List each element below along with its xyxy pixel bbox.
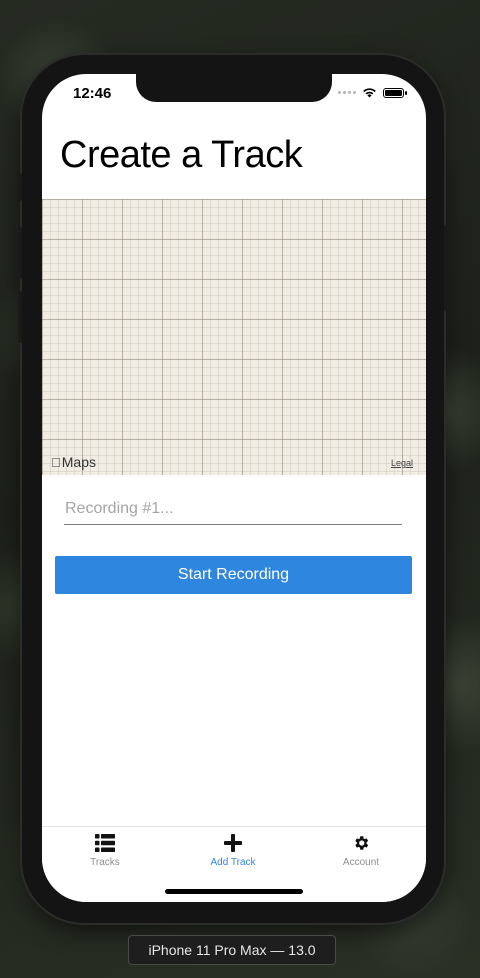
volume-up-button: [18, 227, 22, 279]
maps-logo:  Maps: [51, 454, 96, 470]
tab-account-label: Account: [342, 857, 380, 868]
tab-add-track[interactable]: Add Track: [183, 833, 283, 868]
map-legal-link[interactable]: Legal: [391, 458, 413, 468]
tab-tracks[interactable]: Tracks: [55, 833, 155, 868]
status-icons: [338, 87, 407, 98]
volume-down-button: [18, 291, 22, 343]
home-indicator[interactable]: [165, 889, 303, 894]
device-label: iPhone 11 Pro Max — 13.0: [128, 935, 336, 965]
silent-switch: [18, 173, 22, 201]
phone-frame: 12:46 Create a Track  Maps Legal Start …: [18, 55, 448, 923]
page-title: Create a Track: [60, 134, 303, 176]
start-recording-button[interactable]: Start Recording: [55, 556, 412, 594]
cellular-signal-icon: [338, 91, 356, 94]
tab-tracks-label: Tracks: [90, 857, 120, 868]
list-icon: [95, 834, 115, 852]
maps-logo-text: Maps: [52, 454, 96, 470]
tab-account[interactable]: Account: [311, 833, 411, 868]
app-screen: 12:46 Create a Track  Maps Legal Start …: [42, 74, 426, 902]
wifi-icon: [363, 88, 376, 98]
status-time: 12:46: [73, 85, 112, 102]
apple-logo-icon: : [51, 456, 61, 469]
battery-icon: [383, 87, 407, 98]
recording-name-input[interactable]: [64, 493, 402, 525]
tab-add-track-label: Add Track: [210, 857, 256, 868]
power-button: [444, 225, 448, 311]
notch: [136, 74, 332, 102]
map-view[interactable]:  Maps Legal: [42, 199, 426, 475]
gear-icon: [355, 836, 369, 850]
plus-icon: [224, 834, 242, 852]
